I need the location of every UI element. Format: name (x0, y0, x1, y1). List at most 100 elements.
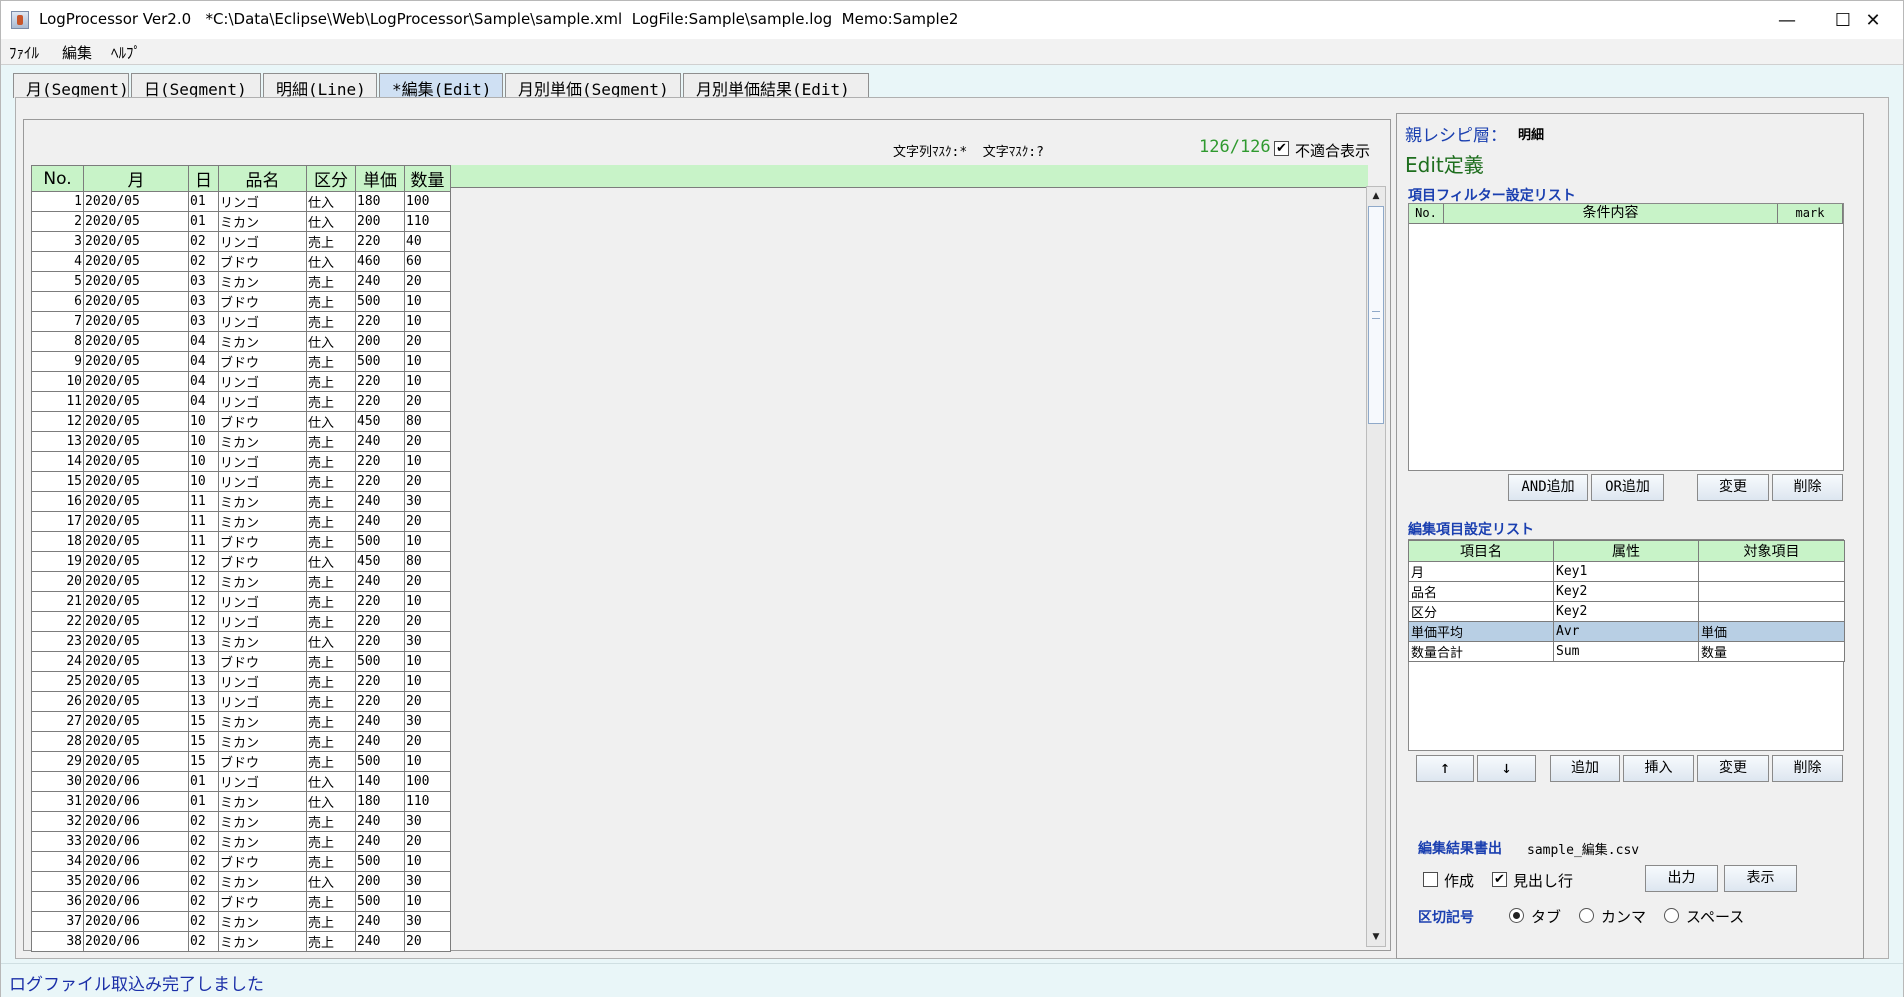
col-header-day[interactable]: 日 (188, 165, 219, 192)
edit-list-cell (1698, 601, 1845, 622)
or-add-button[interactable]: OR追加 (1591, 474, 1664, 501)
edit-delete-button[interactable]: 削除 (1772, 755, 1843, 782)
filter-list[interactable]: No. 条件内容 mark (1408, 203, 1844, 471)
menu-edit[interactable]: 編集 (62, 42, 92, 63)
table-cell: 2020/06 (83, 911, 189, 932)
col-header-no[interactable]: No. (31, 165, 84, 192)
table-row[interactable]: 4 2020/05 02 ブドウ 仕入 460 60 (31, 251, 451, 272)
data-table[interactable]: No. 月 日 品名 区分 単価 数量 1 2020/05 01 リンゴ 仕入 180 10… (31, 165, 451, 952)
col-header-qty[interactable]: 数量 (404, 165, 451, 192)
table-row[interactable]: 37 2020/06 02 ミカン 売上 240 30 (31, 911, 451, 932)
edit-insert-button[interactable]: 挿入 (1623, 755, 1694, 782)
col-header-month[interactable]: 月 (83, 165, 189, 192)
move-down-button[interactable]: ↓ (1477, 755, 1536, 782)
table-row[interactable]: 30 2020/06 01 リンゴ 仕入 140 100 (31, 771, 451, 792)
table-row[interactable]: 7 2020/05 03 リンゴ 売上 220 10 (31, 311, 451, 332)
table-row[interactable]: 27 2020/05 15 ミカン 売上 240 30 (31, 711, 451, 732)
tab-edit[interactable]: *編集(Edit) (379, 73, 503, 99)
edit-list-row[interactable]: 数量合計 Sum 数量 (1408, 641, 1845, 662)
table-row[interactable]: 31 2020/06 01 ミカン 仕入 180 110 (31, 791, 451, 812)
col-header-price[interactable]: 単価 (355, 165, 405, 192)
table-cell: 売上 (306, 651, 356, 672)
table-row[interactable]: 36 2020/06 02 ブドウ 売上 500 10 (31, 891, 451, 912)
edit-change-button[interactable]: 変更 (1697, 755, 1769, 782)
table-row[interactable]: 32 2020/06 02 ミカン 売上 240 30 (31, 811, 451, 832)
table-row[interactable]: 21 2020/05 12 リンゴ 売上 220 10 (31, 591, 451, 612)
tab-day-segment[interactable]: 日(Segment) (131, 73, 261, 99)
edit-items-table[interactable]: 項目名 属性 対象項目 月 Key1 品名 Key2 区分 Key2 単価平均 Avr 単価 数量… (1408, 540, 1845, 662)
edit-add-button[interactable]: 追加 (1550, 755, 1620, 782)
table-row[interactable]: 17 2020/05 11 ミカン 売上 240 20 (31, 511, 451, 532)
edit-list-row[interactable]: 品名 Key2 (1408, 581, 1845, 602)
radio-space[interactable] (1664, 908, 1679, 923)
table-row[interactable]: 15 2020/05 10 リンゴ 売上 220 20 (31, 471, 451, 492)
edit-list-row[interactable]: 単価平均 Avr 単価 (1408, 621, 1845, 642)
table-row[interactable]: 12 2020/05 10 ブドウ 仕入 450 80 (31, 411, 451, 432)
scroll-down-icon[interactable]: ▼ (1367, 928, 1385, 946)
close-button[interactable]: ✕ (1843, 1, 1903, 39)
table-row[interactable]: 28 2020/05 15 ミカン 売上 240 20 (31, 731, 451, 752)
table-cell: 180 (355, 791, 405, 812)
table-row[interactable]: 5 2020/05 03 ミカン 売上 240 20 (31, 271, 451, 292)
table-row[interactable]: 25 2020/05 13 リンゴ 売上 220 10 (31, 671, 451, 692)
edit-list-row[interactable]: 月 Key1 (1408, 561, 1845, 582)
table-row[interactable]: 35 2020/06 02 ミカン 仕入 200 30 (31, 871, 451, 892)
col-header-category[interactable]: 区分 (306, 165, 356, 192)
table-row[interactable]: 29 2020/05 15 ブドウ 売上 500 10 (31, 751, 451, 772)
table-row[interactable]: 11 2020/05 04 リンゴ 売上 220 20 (31, 391, 451, 412)
table-row[interactable]: 23 2020/05 13 ミカン 仕入 220 30 (31, 631, 451, 652)
table-row[interactable]: 9 2020/05 04 ブドウ 売上 500 10 (31, 351, 451, 372)
table-row[interactable]: 1 2020/05 01 リンゴ 仕入 180 100 (31, 191, 451, 212)
table-cell: 売上 (306, 671, 356, 692)
tab-monthly-price-result[interactable]: 月別単価結果(Edit) (683, 73, 869, 99)
and-add-button[interactable]: AND追加 (1508, 474, 1588, 501)
output-button[interactable]: 出力 (1645, 865, 1718, 892)
show-button[interactable]: 表示 (1724, 865, 1797, 892)
table-cell: 03 (188, 311, 219, 332)
radio-tab[interactable] (1509, 908, 1524, 923)
table-row[interactable]: 38 2020/06 02 ミカン 売上 240 20 (31, 931, 451, 952)
filter-delete-button[interactable]: 削除 (1772, 474, 1843, 501)
table-cell: 450 (355, 551, 405, 572)
table-cell: 仕入 (306, 871, 356, 892)
table-row[interactable]: 8 2020/05 04 ミカン 仕入 200 20 (31, 331, 451, 352)
table-cell: 4 (31, 251, 84, 272)
header-row-checkbox[interactable]: ✔ (1492, 872, 1507, 887)
table-row[interactable]: 20 2020/05 12 ミカン 売上 240 20 (31, 571, 451, 592)
table-row[interactable]: 34 2020/06 02 ブドウ 売上 500 10 (31, 851, 451, 872)
radio-comma[interactable] (1579, 908, 1594, 923)
table-cell: 20 (404, 931, 451, 952)
table-row[interactable]: 24 2020/05 13 ブドウ 売上 500 10 (31, 651, 451, 672)
table-cell: 10 (404, 291, 451, 312)
col-header-item[interactable]: 品名 (218, 165, 307, 192)
show-mismatch-checkbox[interactable]: ✔ (1274, 141, 1289, 156)
table-row[interactable]: 3 2020/05 02 リンゴ 売上 220 40 (31, 231, 451, 252)
table-row[interactable]: 2 2020/05 01 ミカン 仕入 200 110 (31, 211, 451, 232)
table-cell: 20 (404, 511, 451, 532)
table-row[interactable]: 33 2020/06 02 ミカン 売上 240 20 (31, 831, 451, 852)
menu-help[interactable]: ﾍﾙﾌﾟ (111, 42, 141, 63)
table-row[interactable]: 6 2020/05 03 ブドウ 売上 500 10 (31, 291, 451, 312)
scroll-up-icon[interactable]: ▲ (1367, 187, 1385, 205)
minimize-button[interactable]: — (1757, 1, 1817, 39)
table-row[interactable]: 14 2020/05 10 リンゴ 売上 220 10 (31, 451, 451, 472)
edit-list-row[interactable]: 区分 Key2 (1408, 601, 1845, 622)
tab-monthly-price-segment[interactable]: 月別単価(Segment) (505, 73, 681, 99)
filter-change-button[interactable]: 変更 (1697, 474, 1769, 501)
table-row[interactable]: 22 2020/05 12 リンゴ 売上 220 20 (31, 611, 451, 632)
table-cell: 13 (188, 691, 219, 712)
table-row[interactable]: 10 2020/05 04 リンゴ 売上 220 10 (31, 371, 451, 392)
show-mismatch-label: 不適合表示 (1295, 142, 1371, 160)
menu-file[interactable]: ﾌｧｲﾙ (9, 42, 39, 63)
create-checkbox[interactable] (1423, 872, 1438, 887)
tab-month-segment[interactable]: 月(Segment) (13, 73, 129, 99)
table-row[interactable]: 26 2020/05 13 リンゴ 売上 220 20 (31, 691, 451, 712)
scrollbar-thumb[interactable] (1368, 206, 1384, 424)
table-row[interactable]: 18 2020/05 11 ブドウ 売上 500 10 (31, 531, 451, 552)
table-cell: 80 (404, 411, 451, 432)
move-up-button[interactable]: ↑ (1416, 755, 1474, 782)
table-row[interactable]: 19 2020/05 12 ブドウ 仕入 450 80 (31, 551, 451, 572)
table-row[interactable]: 16 2020/05 11 ミカン 売上 240 30 (31, 491, 451, 512)
tab-detail-line[interactable]: 明細(Line) (263, 73, 377, 99)
table-row[interactable]: 13 2020/05 10 ミカン 売上 240 20 (31, 431, 451, 452)
